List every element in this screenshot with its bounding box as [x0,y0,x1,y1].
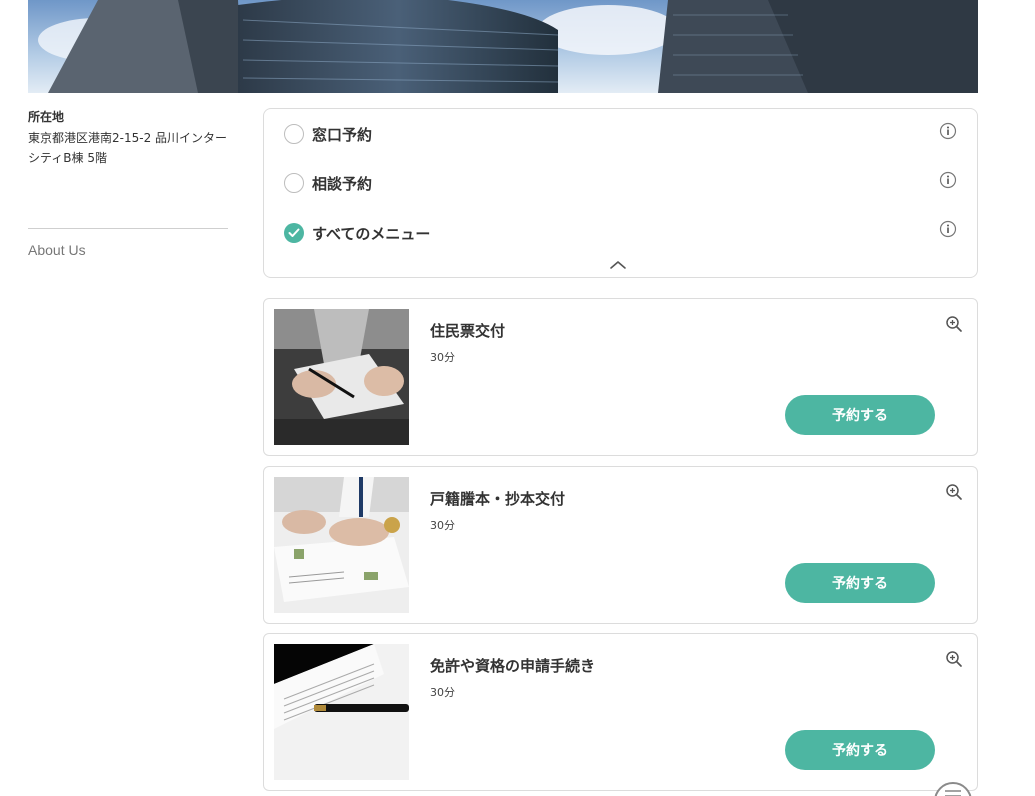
menu-card: 免許や資格の申請手続き 30分 予約する [263,633,978,791]
menu-title: 戸籍謄本・抄本交付 [430,490,566,508]
pen-on-document-image [274,644,409,780]
location-heading: 所在地 [28,110,65,124]
menu-card: 戸籍謄本・抄本交付 30分 予約する [263,466,978,624]
radio-unchecked[interactable] [284,124,304,144]
info-icon[interactable] [939,220,957,238]
address-line-2: シティB棟 5階 [28,151,107,165]
menu-lines-icon [945,790,961,796]
sidebar-divider [28,228,228,229]
filter-option-all-menus[interactable]: すべてのメニュー [284,221,430,245]
address-text: 東京都港区港南2-15-2 品川インター シティB棟 5階 [28,128,228,168]
filter-label: 相談予約 [312,174,373,193]
menu-title: 免許や資格の申請手続き [430,657,596,675]
filter-label: すべてのメニュー [312,224,431,243]
address-line-1: 東京都港区港南2-15-2 品川インター [28,131,228,145]
office-building-image [28,0,978,93]
zoom-in-icon[interactable] [945,483,963,501]
menu-title: 住民票交付 [430,322,506,340]
check-icon [288,228,300,237]
menu-card: 住民票交付 30分 予約する [263,298,978,456]
reserve-button[interactable]: 予約する [785,563,935,603]
menu-duration: 30分 [430,686,455,699]
menu-thumbnail [274,477,409,613]
chevron-up-icon[interactable] [609,259,627,271]
filter-label: 窓口予約 [312,125,373,144]
menu-thumbnail [274,309,409,445]
menu-thumbnail [274,644,409,780]
zoom-in-icon[interactable] [945,315,963,333]
reservation-type-filter: 窓口予約 相談予約 すべてのメニュー [263,108,978,278]
filter-option-counter[interactable]: 窓口予約 [284,122,372,146]
radio-unchecked[interactable] [284,173,304,193]
hero-banner [28,0,978,93]
about-us-link[interactable]: About Us [28,242,86,258]
reserve-button[interactable]: 予約する [785,395,935,435]
sidebar: 所在地 東京都港区港南2-15-2 品川インター シティB棟 5階 About … [28,108,228,258]
radio-checked[interactable] [284,223,304,243]
hands-on-papers-image [274,477,409,613]
reserve-button[interactable]: 予約する [785,730,935,770]
menu-duration: 30分 [430,351,455,364]
info-icon[interactable] [939,171,957,189]
zoom-in-icon[interactable] [945,650,963,668]
filter-option-consultation[interactable]: 相談予約 [284,171,372,195]
info-icon[interactable] [939,122,957,140]
menu-duration: 30分 [430,519,455,532]
signing-document-image [274,309,409,445]
